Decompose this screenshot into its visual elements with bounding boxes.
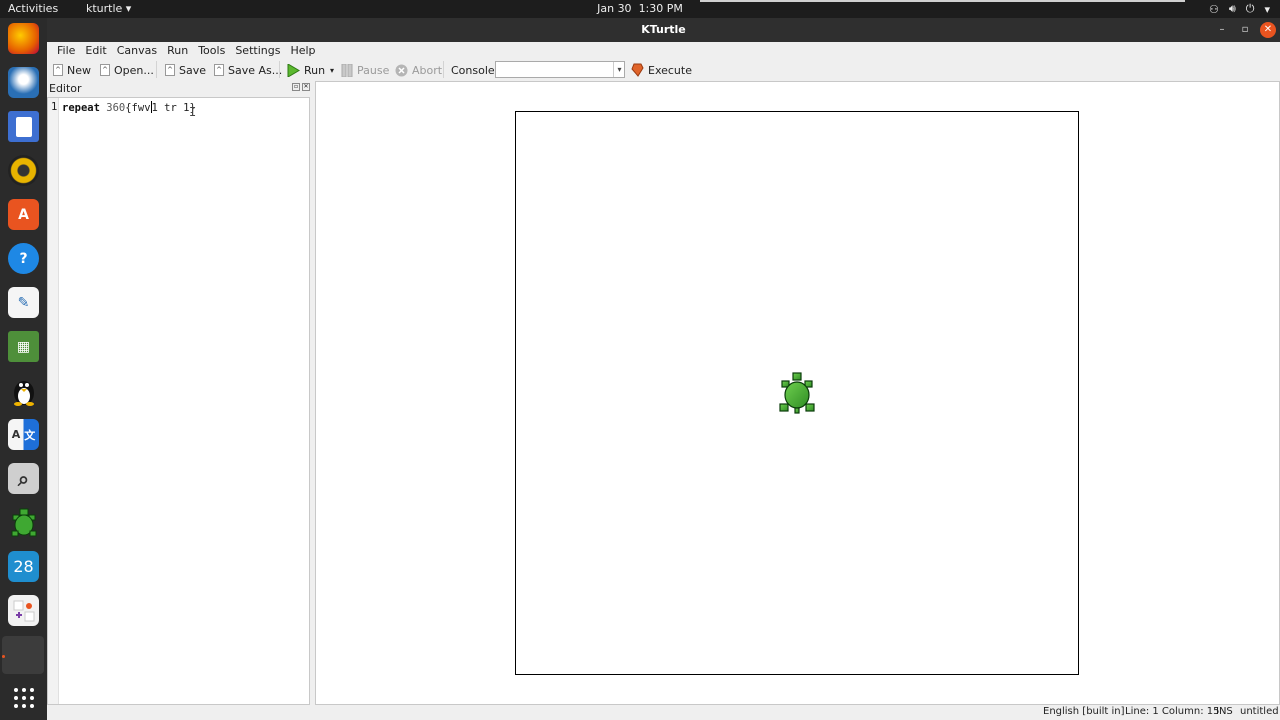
clock: Jan 30 1:30 PM	[0, 2, 1280, 15]
calculator-icon[interactable]: ▦	[8, 331, 39, 362]
line-number: 1	[51, 101, 58, 113]
status-bar: English [built in] Line: 1 Column: 15 IN…	[47, 705, 1280, 720]
status-file: untitled	[1240, 706, 1279, 717]
kturtle-icon[interactable]	[8, 507, 39, 538]
firefox-icon[interactable]	[8, 23, 39, 54]
save-icon: ^	[165, 64, 175, 76]
console-input[interactable]	[495, 61, 625, 78]
top-bar: Activities kturtle ▾ Jan 30 1:30 PM ⚇ 🔊︎…	[0, 0, 1280, 18]
drawing-canvas[interactable]	[515, 111, 1079, 675]
mouse-ibeam-cursor: I	[189, 105, 197, 119]
console-label: Console:	[451, 63, 499, 77]
run-button[interactable]: Run	[287, 62, 325, 78]
rhythmbox-icon[interactable]	[8, 155, 39, 186]
abort-icon	[395, 64, 408, 76]
play-icon	[287, 63, 300, 77]
clock-time[interactable]: 1:30 PM	[639, 2, 683, 15]
calendar-icon[interactable]: 28	[8, 551, 39, 582]
canvas-area	[315, 81, 1280, 705]
thunderbird-icon[interactable]	[8, 67, 39, 98]
activities-button[interactable]: Activities	[8, 2, 58, 15]
turtle-icon	[779, 372, 815, 414]
grid-icon	[13, 687, 34, 708]
menu-help[interactable]: Help	[286, 42, 319, 60]
menu-run[interactable]: Run	[163, 42, 192, 60]
abort-button[interactable]: Abort	[395, 62, 442, 78]
menu-canvas[interactable]: Canvas	[113, 42, 161, 60]
network-icon[interactable]: ⚇	[1209, 3, 1219, 16]
dock-active-slot[interactable]	[2, 636, 44, 674]
toolbar-separator	[279, 61, 280, 78]
chevron-down-icon: ▾	[330, 65, 335, 75]
dock-running-indicator	[2, 655, 5, 658]
chevron-down-icon: ▾	[617, 65, 622, 74]
float-panel-button[interactable]: ▫	[292, 83, 300, 91]
menu-bar: File Edit Canvas Run Tools Settings Help	[47, 42, 1280, 60]
editor-title: Editor	[49, 82, 82, 95]
clock-date[interactable]: Jan 30	[597, 2, 631, 15]
save-as-button[interactable]: ^ Save As...	[214, 62, 282, 78]
maximize-button[interactable]: ▫	[1237, 22, 1253, 38]
execute-icon	[631, 63, 644, 77]
menu-tools[interactable]: Tools	[194, 42, 229, 60]
magnifier-icon[interactable]: ⌕	[8, 463, 39, 494]
console-dropdown[interactable]: ▾	[613, 62, 625, 77]
power-icon[interactable]: ⏻	[1246, 2, 1255, 16]
line-number-gutter	[48, 98, 59, 704]
translate-icon[interactable]: A文	[8, 419, 39, 450]
open-file-icon: ^	[100, 64, 110, 76]
tux-icon[interactable]	[8, 375, 39, 406]
pause-button[interactable]: Pause	[341, 62, 389, 78]
app-menu[interactable]: kturtle ▾	[86, 2, 131, 15]
title-bar[interactable]: KTurtle – ▫ ✕	[47, 18, 1280, 42]
kturtle-window: KTurtle – ▫ ✕ File Edit Canvas Run Tools…	[47, 18, 1280, 720]
run-speed-dropdown[interactable]: ▾	[330, 62, 334, 78]
volume-icon[interactable]: 🔊︎	[1229, 2, 1236, 16]
menu-settings[interactable]: Settings	[231, 42, 284, 60]
toolbar-separator	[443, 61, 444, 78]
code-number: 360	[99, 102, 126, 114]
save-button[interactable]: ^ Save	[165, 62, 206, 78]
save-as-icon: ^	[214, 64, 224, 76]
new-file-icon: ^	[53, 64, 63, 76]
new-button[interactable]: ^ New	[53, 62, 91, 78]
software-icon[interactable]: A	[8, 199, 39, 230]
dock: A ? ✎ ▦ A文 ⌕ 28	[0, 18, 47, 720]
code-line[interactable]: repeat 360{fwv1 tr 1}	[62, 101, 196, 114]
top-progress-line	[700, 0, 1185, 2]
system-tray[interactable]: ⚇ 🔊︎ ⏻ ▾	[1209, 2, 1270, 16]
games-icon[interactable]	[8, 595, 39, 626]
help-icon[interactable]: ?	[8, 243, 39, 274]
status-language[interactable]: English [built in]	[1043, 706, 1125, 717]
show-apps-button[interactable]	[8, 682, 39, 713]
close-panel-button[interactable]: ✕	[302, 83, 310, 91]
menu-edit[interactable]: Edit	[81, 42, 110, 60]
chevron-down-icon[interactable]: ▾	[1264, 3, 1270, 16]
code-keyword: repeat	[62, 102, 100, 114]
code-text-before-cursor: {fwv	[125, 102, 151, 114]
pause-icon	[341, 63, 353, 77]
editor-header: Editor ▫ ✕	[47, 82, 310, 96]
open-button[interactable]: ^ Open...	[100, 62, 154, 78]
panel-splitter[interactable]	[310, 82, 314, 705]
window-title: KTurtle	[641, 23, 686, 36]
status-mode: INS	[1216, 706, 1233, 717]
code-editor[interactable]: 1 repeat 360{fwv1 tr 1}	[47, 97, 310, 705]
execute-button[interactable]: Execute	[631, 62, 692, 78]
text-editor-icon[interactable]: ✎	[8, 287, 39, 318]
status-position: Line: 1 Column: 15	[1125, 706, 1220, 717]
files-icon[interactable]	[8, 111, 39, 142]
minimize-button[interactable]: –	[1214, 22, 1230, 38]
close-button[interactable]: ✕	[1260, 22, 1276, 38]
toolbar-separator	[156, 61, 157, 78]
menu-file[interactable]: File	[53, 42, 79, 60]
